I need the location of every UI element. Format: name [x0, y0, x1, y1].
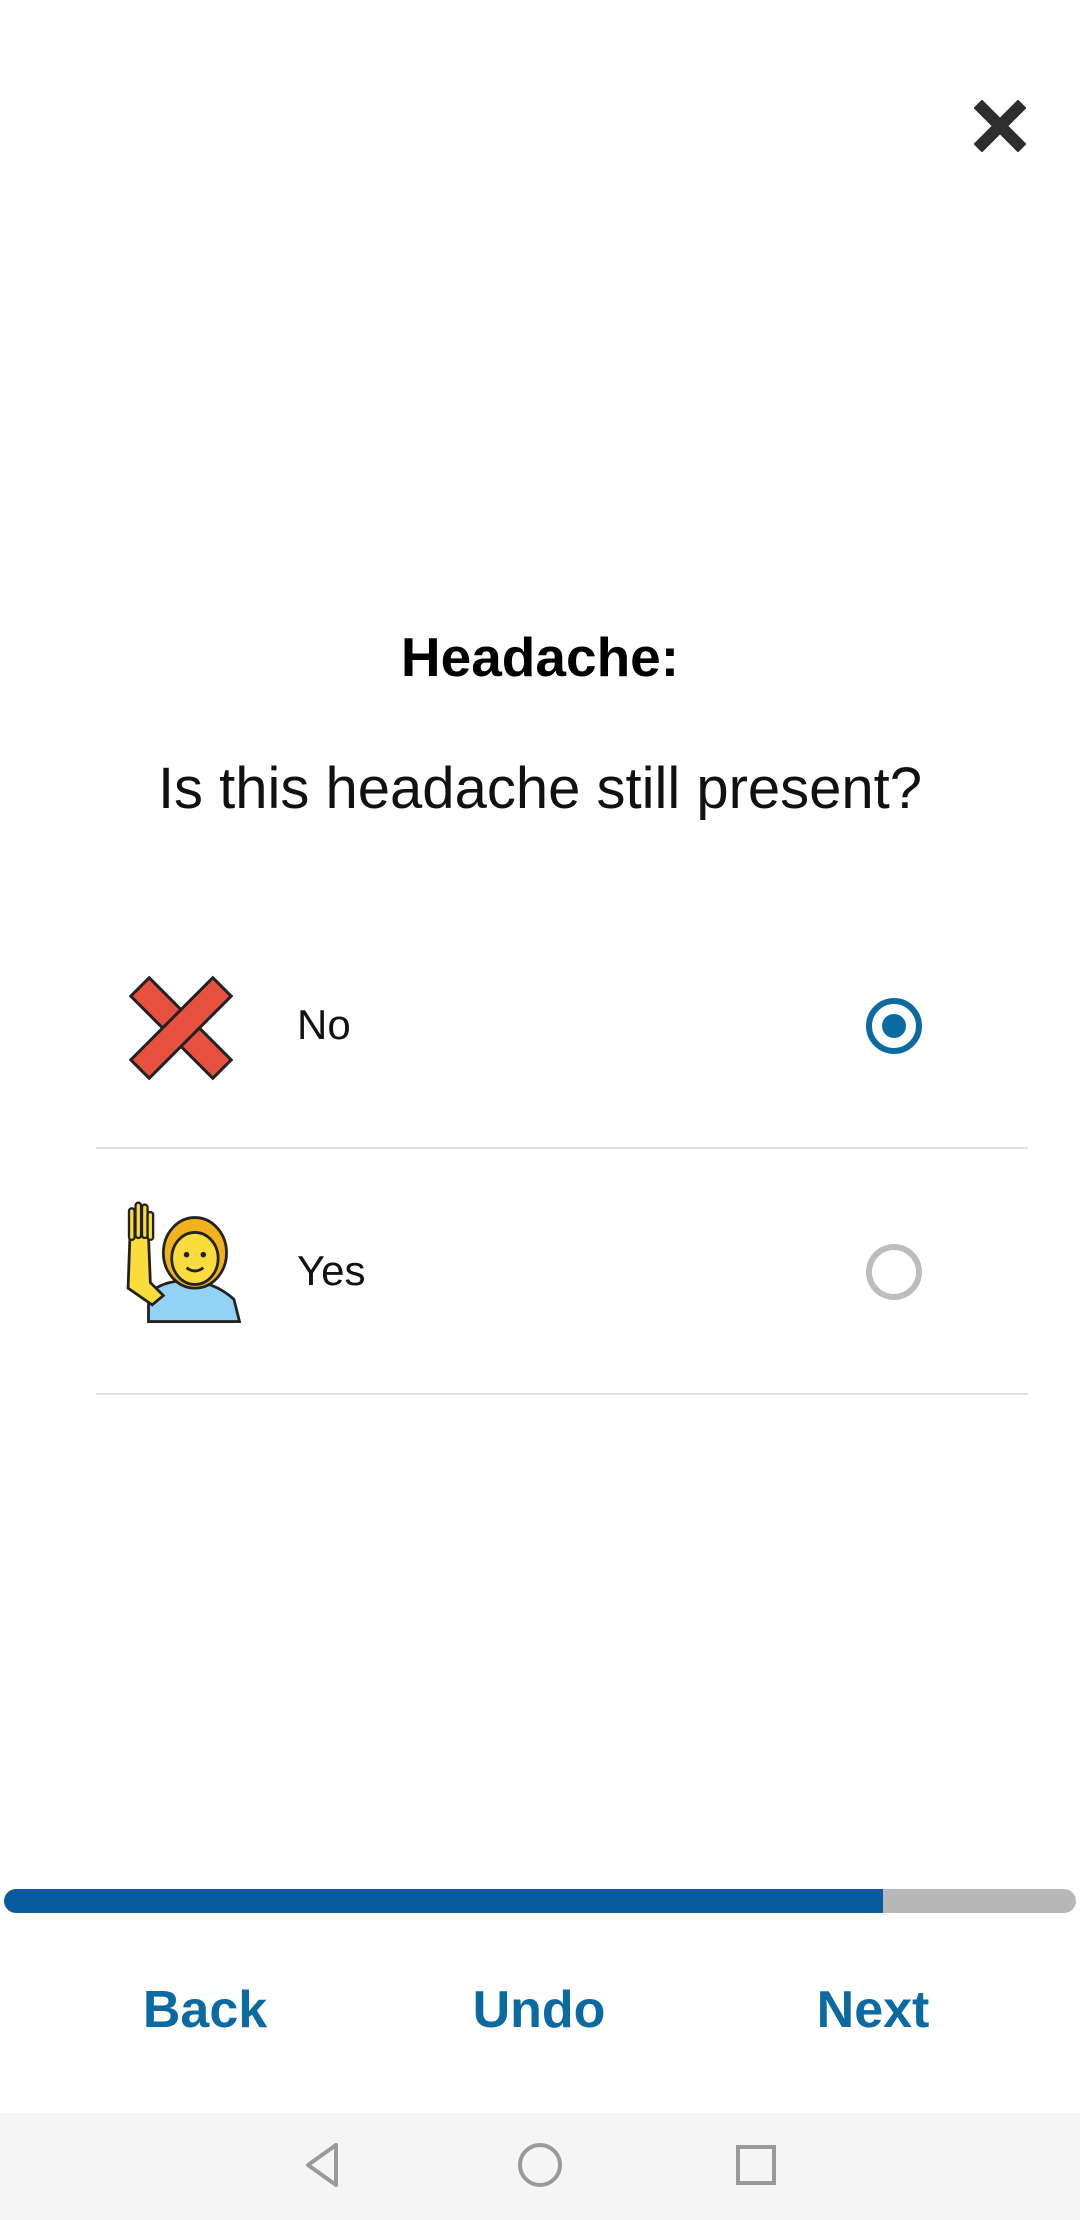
- option-yes-label: Yes: [297, 1247, 366, 1294]
- circle-home-icon[interactable]: [508, 2133, 572, 2197]
- close-button[interactable]: [962, 88, 1038, 164]
- question-text: Is this headache still present?: [157, 756, 923, 821]
- progress-bar-fill: [4, 1889, 884, 1913]
- option-yes[interactable]: Yes: [96, 1149, 1028, 1395]
- red-x-icon: [128, 975, 234, 1081]
- undo-button[interactable]: Undo: [399, 1980, 679, 2040]
- radio-yes-unselected[interactable]: [866, 1244, 922, 1300]
- option-no-label: No: [297, 1001, 351, 1048]
- progress-bar: [4, 1889, 1076, 1913]
- triangle-back-icon[interactable]: [292, 2133, 356, 2197]
- close-icon: [974, 100, 1026, 152]
- survey-screen: Headache: Is this headache still present…: [0, 0, 1080, 2220]
- radio-no-selected[interactable]: [866, 998, 922, 1054]
- person-raising-hand-icon: [126, 1201, 242, 1323]
- back-button[interactable]: Back: [65, 1980, 345, 2040]
- question-title: Headache:: [400, 626, 680, 688]
- radio-dot: [882, 1014, 906, 1038]
- next-button[interactable]: Next: [733, 1980, 1013, 2040]
- system-nav-bar: [0, 2113, 1080, 2220]
- option-no[interactable]: No: [96, 903, 1028, 1149]
- square-recents-icon[interactable]: [724, 2133, 788, 2197]
